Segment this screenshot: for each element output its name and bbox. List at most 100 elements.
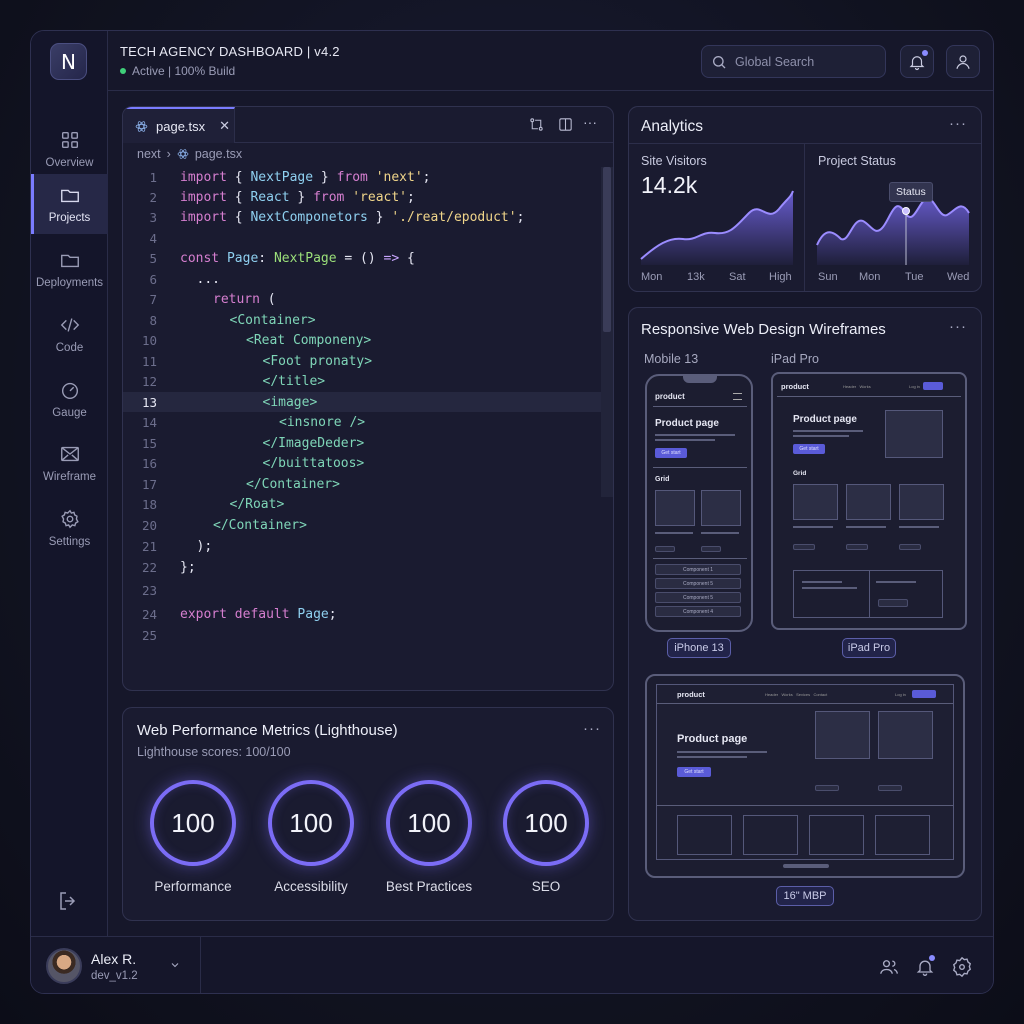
sidebar-item-label: Wireframe	[42, 471, 97, 483]
sidebar-item-gauge[interactable]: Gauge	[31, 369, 108, 429]
more-icon[interactable]: ···	[949, 115, 967, 132]
iphone-pill[interactable]: iPhone 13	[667, 638, 731, 658]
breadcrumb-item[interactable]: page.tsx	[195, 147, 242, 161]
code-token: NextPage	[273, 250, 337, 266]
tab-page-tsx[interactable]: page.tsx ✕	[123, 107, 235, 143]
code-line[interactable]: 8 <Container>	[123, 310, 613, 330]
compare-icon[interactable]	[528, 116, 545, 133]
sidebar: N Overview Projects Deployments Code Gau…	[31, 31, 108, 936]
code-line[interactable]: 11 <Foot pronaty>	[123, 351, 613, 371]
wf-component: Component 5	[655, 578, 741, 589]
image-placeholder-icon	[885, 410, 943, 458]
code-line[interactable]: 7 return (	[123, 289, 613, 309]
laptop-wireframe[interactable]: product Header Works Sevices Contact Log…	[645, 674, 965, 878]
top-header: TECH AGENCY DASHBOARD | v4.2 Active | 10…	[108, 31, 993, 91]
code-text: </ImageDeder>	[263, 436, 365, 451]
app-logo[interactable]: N	[50, 43, 87, 80]
scrollbar-thumb[interactable]	[603, 167, 611, 332]
code-line[interactable]: 13 <image>	[123, 392, 613, 412]
split-view-icon[interactable]	[557, 116, 574, 133]
mbp-pill[interactable]: 16" MBP	[776, 886, 834, 906]
code-line[interactable]: 22};	[123, 557, 613, 577]
more-icon[interactable]: ···	[949, 318, 967, 335]
gear-icon	[60, 509, 79, 529]
sidebar-item-settings[interactable]: Settings	[31, 498, 108, 558]
code-line[interactable]: 5 const Page: NextPage = () => {	[123, 248, 613, 268]
sidebar-item-deployments[interactable]: Deployments	[31, 239, 108, 299]
code-line[interactable]: 12 </title>	[123, 371, 613, 391]
logout-icon[interactable]	[56, 889, 80, 913]
global-search-input[interactable]: Global Search	[701, 45, 886, 78]
code-line[interactable]: 18 </Roat>	[123, 494, 613, 514]
sidebar-item-label: Settings	[48, 536, 91, 548]
chevron-down-icon[interactable]	[169, 959, 181, 971]
wf-grid-label: Grid	[655, 476, 670, 483]
sidebar-item-code[interactable]: Code	[31, 304, 108, 364]
code-line[interactable]: 2 import { React } from 'react';	[123, 187, 613, 207]
code-token: =>	[383, 250, 400, 266]
code-line[interactable]: 1 import { NextPage } from 'next';	[123, 167, 613, 187]
code-line[interactable]: 24 export default Page;	[123, 604, 613, 624]
code-token: {	[234, 209, 251, 225]
wf-brand: product	[655, 392, 685, 401]
code-token: import	[180, 189, 235, 205]
code-line[interactable]: 14 <insnore />	[123, 412, 613, 432]
wf-card	[875, 815, 930, 855]
notification-badge	[922, 50, 928, 56]
line-number: 16	[141, 455, 157, 471]
code-text: };	[180, 560, 196, 575]
users-icon[interactable]	[879, 957, 899, 977]
more-icon[interactable]: ···	[583, 720, 601, 737]
code-line[interactable]: 4	[123, 228, 613, 248]
gauge-accessibility: 100	[268, 780, 354, 866]
ipad-pill[interactable]: iPad Pro	[842, 638, 896, 658]
code-line[interactable]: 6...	[123, 269, 613, 289]
line-number: 22	[141, 559, 157, 575]
wf-nav: Header Works	[843, 384, 871, 389]
code-line[interactable]: 16 </buittatoos>	[123, 453, 613, 473]
code-token: import	[180, 169, 235, 185]
line-number: 3	[149, 209, 157, 225]
phone-wireframe[interactable]: product Product page Get start Grid Comp…	[645, 374, 753, 632]
sidebar-item-projects[interactable]: Projects	[31, 174, 108, 234]
notifications-button[interactable]	[900, 45, 934, 78]
editor-scrollbar[interactable]	[601, 167, 613, 497]
notification-badge	[929, 955, 935, 961]
app-window: N Overview Projects Deployments Code Gau…	[30, 30, 994, 994]
wf-small-button	[878, 599, 908, 607]
sidebar-item-label: Gauge	[52, 407, 87, 419]
code-line[interactable]: 10 <Reat Componeny>	[123, 330, 613, 350]
wf-small-button	[701, 546, 721, 552]
code-line[interactable]: 17 </Container>	[123, 474, 613, 494]
wf-card	[743, 815, 798, 855]
gauge-best-practices: 100	[386, 780, 472, 866]
lighthouse-panel: Web Performance Metrics (Lighthouse) Lig…	[122, 707, 614, 921]
sidebar-item-overview[interactable]: Overview	[31, 119, 108, 179]
code-line[interactable]: 25	[123, 625, 613, 645]
code-text: export default Page;	[180, 607, 337, 622]
code-line[interactable]: 3 import { NextComponetors } './reat/epod…	[123, 207, 613, 227]
settings-badge-icon[interactable]	[951, 956, 973, 978]
app-title: TECH AGENCY DASHBOARD | v4.2	[120, 44, 340, 59]
code-line[interactable]: 21);	[123, 536, 613, 556]
code-token: {	[234, 169, 251, 185]
sidebar-item-wireframe[interactable]: Wireframe	[31, 433, 108, 493]
code-line[interactable]: 20 </Container>	[123, 515, 613, 535]
code-token: ;	[407, 189, 415, 205]
avatar[interactable]	[46, 948, 82, 984]
wireframe-icon	[60, 446, 79, 462]
react-icon	[135, 120, 148, 132]
breadcrumb-item[interactable]: next	[137, 147, 161, 161]
user-subtitle: dev_v1.2	[91, 970, 138, 982]
account-button[interactable]	[946, 45, 980, 78]
wf-small-button	[793, 544, 815, 550]
image-placeholder-icon	[878, 711, 933, 759]
status-text: Active | 100% Build	[132, 64, 236, 78]
code-line[interactable]: 15 </ImageDeder>	[123, 433, 613, 453]
code-line[interactable]: 23	[123, 580, 613, 600]
line-number: 13	[141, 394, 157, 410]
close-icon[interactable]: ✕	[219, 118, 230, 134]
tablet-wireframe[interactable]: product Header Works Log in Product page…	[771, 372, 967, 630]
code-token: <Foot pronaty>	[262, 353, 373, 369]
more-icon[interactable]: ···	[583, 114, 597, 130]
